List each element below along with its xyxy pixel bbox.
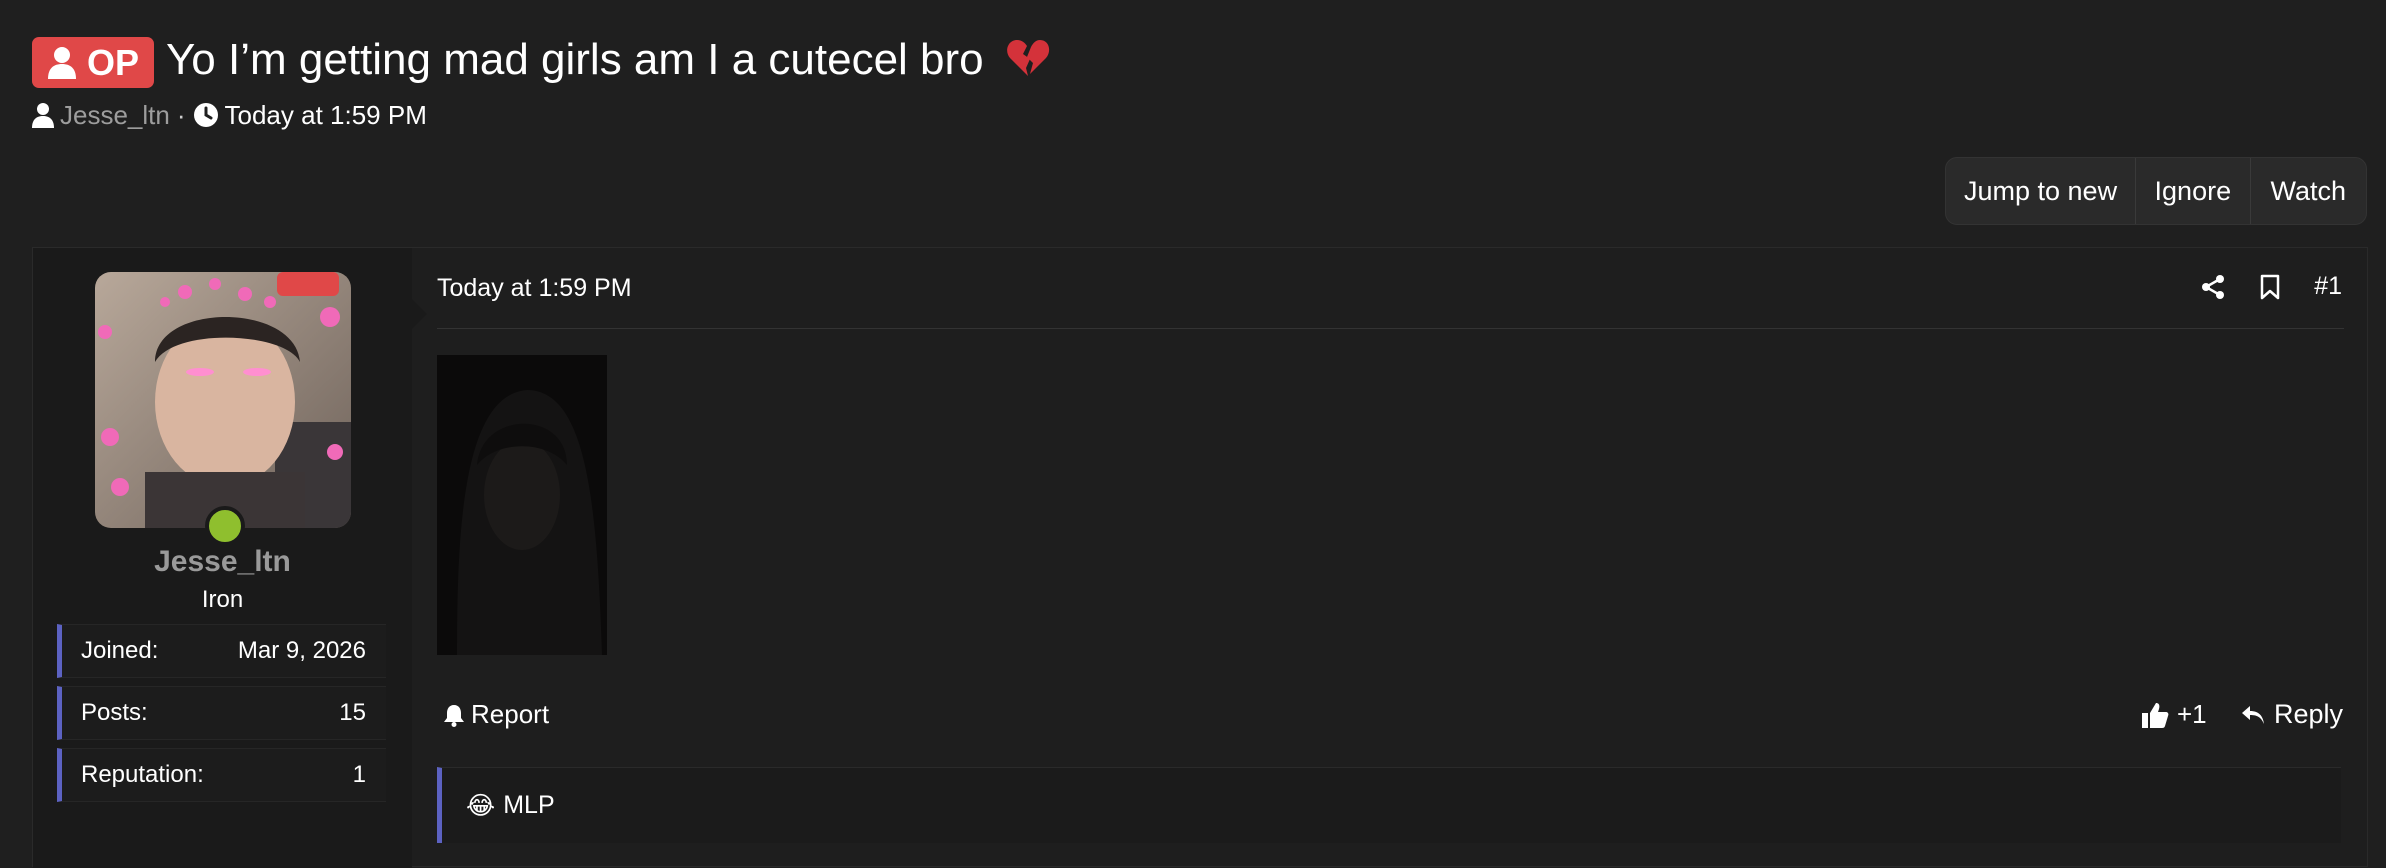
broken-heart-icon [1007, 40, 1050, 76]
user-icon [47, 46, 76, 79]
meta-separator: · [176, 99, 186, 130]
thumbs-up-icon [2142, 702, 2169, 728]
stat-posts: Posts: 15 [57, 686, 386, 740]
avatar[interactable] [95, 272, 351, 528]
stat-joined: Joined: Mar 9, 2026 [57, 624, 386, 678]
like-count: +1 [2177, 699, 2207, 729]
ignore-button[interactable]: Ignore [2136, 158, 2251, 224]
report-label: Report [471, 699, 550, 729]
stat-value: 15 [339, 699, 366, 726]
post-actions: #1 [2200, 272, 2342, 301]
stat-label: Posts: [81, 699, 148, 726]
post-number[interactable]: #1 [2314, 272, 2342, 301]
thread-post-time[interactable]: Today at 1:59 PM [225, 100, 427, 131]
clock-icon [193, 103, 218, 127]
reply-icon [2242, 705, 2264, 724]
reactions-bar[interactable]: 😂 MLP [437, 767, 2341, 843]
stat-label: Joined: [81, 637, 159, 664]
username[interactable]: Jesse_ltn [33, 545, 412, 579]
thread-author-link[interactable]: Jesse_ltn [60, 100, 170, 131]
report-button[interactable]: Report [443, 699, 549, 730]
share-icon[interactable] [2200, 274, 2226, 300]
stat-label: Reputation: [81, 761, 204, 788]
like-button[interactable]: +1 [2141, 699, 2207, 730]
post-image-attachment[interactable] [437, 355, 607, 655]
user-rank: Iron [201, 586, 244, 613]
bell-icon [444, 704, 464, 727]
thread-button-group: Jump to new Ignore Watch [1945, 157, 2367, 225]
watch-button[interactable]: Watch [2251, 158, 2366, 224]
thread-title-text: Yo I’m getting mad girls am I a cutecel … [166, 35, 984, 84]
reply-button[interactable]: Reply [2240, 699, 2343, 730]
op-label: OP [86, 41, 139, 83]
bookmark-icon[interactable] [2260, 274, 2280, 300]
thread-meta: Jesse_ltn · Today at 1:59 PM [32, 98, 427, 132]
laughing-crying-emoji-icon: 😂 [466, 791, 496, 820]
attachment-image [437, 355, 607, 655]
stat-value: 1 [352, 761, 366, 788]
thread-title: Yo I’m getting mad girls am I a cutecel … [166, 30, 1050, 90]
post-header-divider [437, 328, 2344, 329]
reactions-text: MLP [503, 791, 555, 819]
user-icon [32, 103, 54, 128]
post-date[interactable]: Today at 1:59 PM [437, 274, 632, 303]
avatar-image [95, 272, 351, 528]
online-status-indicator [205, 506, 245, 546]
op-badge: OP [32, 37, 154, 88]
reply-label: Reply [2274, 699, 2344, 729]
stat-value: Mar 9, 2026 [237, 637, 366, 664]
stat-reputation: Reputation: 1 [57, 748, 386, 802]
jump-to-new-button[interactable]: Jump to new [1946, 158, 2137, 224]
